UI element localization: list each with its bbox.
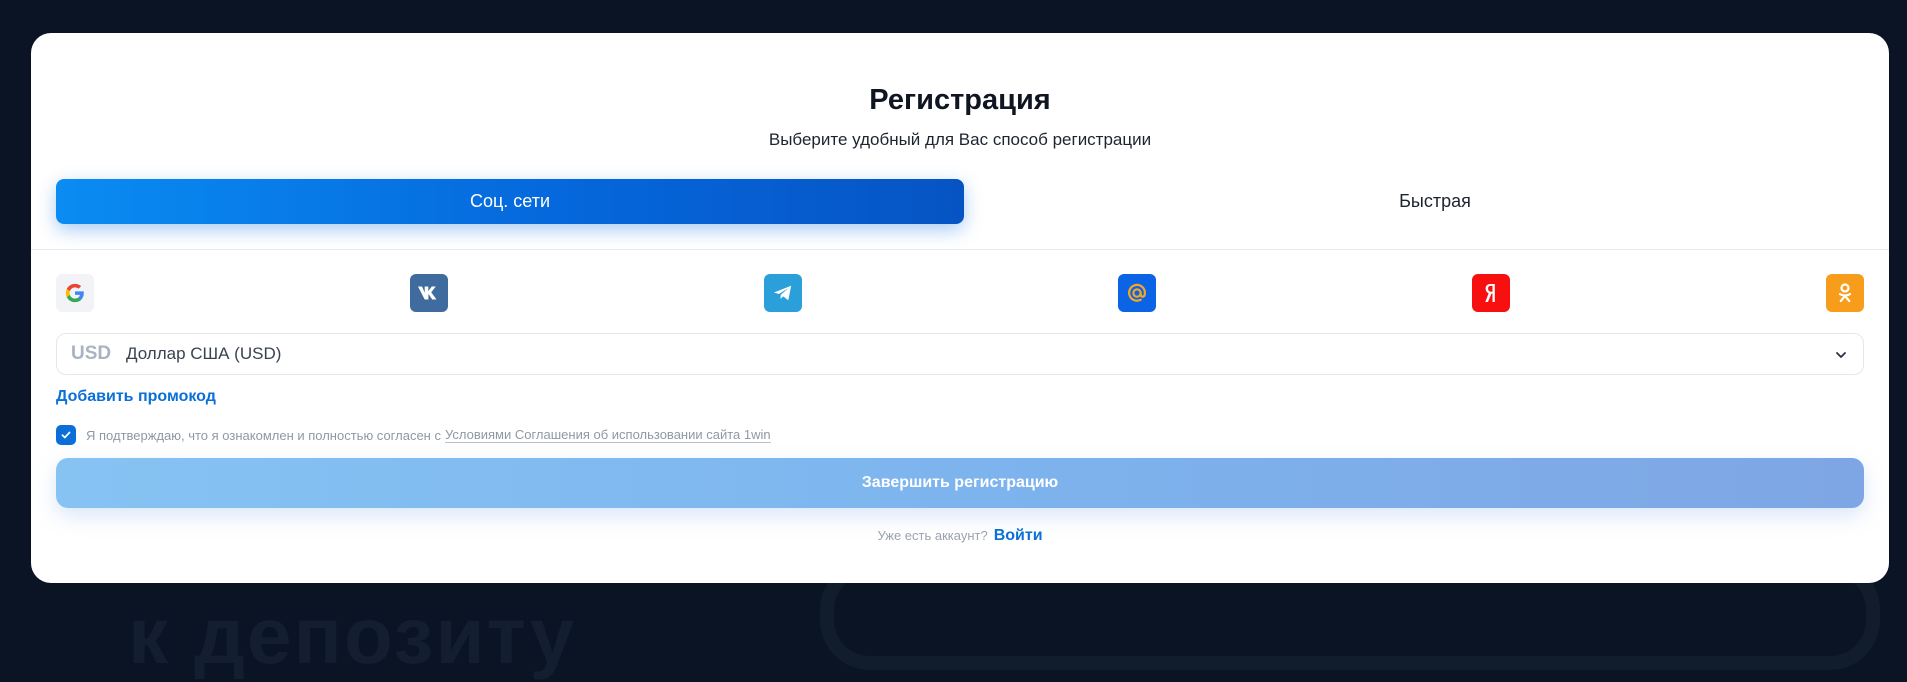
modal-title: Регистрация	[869, 84, 1051, 116]
login-question: Уже есть аккаунт?	[877, 528, 988, 543]
google-button[interactable]	[56, 274, 94, 312]
complete-registration-button[interactable]: Завершить регистрацию	[56, 458, 1864, 508]
vk-button[interactable]	[410, 274, 448, 312]
tab-social[interactable]: Соц. сети	[56, 179, 964, 224]
agreement-row: Я подтверждаю, что я ознакомлен и полнос…	[56, 425, 771, 445]
yandex-icon	[1485, 284, 1495, 302]
vk-icon	[418, 286, 437, 300]
login-link[interactable]: Войти	[994, 527, 1043, 545]
tab-quick[interactable]: Быстрая	[981, 179, 1889, 224]
chevron-down-icon	[1836, 352, 1846, 358]
add-promo-code-link[interactable]: Добавить промокод	[56, 388, 216, 406]
modal-subtitle: Выберите удобный для Вас способ регистра…	[768, 130, 1152, 149]
divider	[31, 249, 1889, 250]
agreement-terms-link[interactable]: Условиями Соглашения об использовании са…	[444, 427, 771, 443]
mail-ru-button[interactable]	[1118, 274, 1156, 312]
odnoklassniki-button[interactable]	[1826, 274, 1864, 312]
registration-modal: Регистрация Выберите удобный для Вас спо…	[31, 33, 1889, 583]
agreement-text: Я подтверждаю, что я ознакомлен и полнос…	[86, 427, 441, 443]
yandex-button[interactable]	[1472, 274, 1510, 312]
telegram-icon	[773, 285, 792, 301]
currency-code: USD	[71, 343, 112, 364]
currency-name: Доллар США (USD)	[126, 344, 282, 363]
odnoklassniki-icon	[1838, 283, 1852, 303]
telegram-button[interactable]	[764, 274, 802, 312]
login-row: Уже есть аккаунт? Войти	[31, 527, 1889, 545]
mail-ru-icon	[1128, 283, 1146, 302]
background-promo-text: к депозиту	[128, 591, 577, 680]
google-icon	[65, 283, 84, 303]
currency-select[interactable]: USD Доллар США (USD)	[56, 333, 1864, 375]
agreement-checkbox[interactable]	[56, 425, 76, 445]
check-icon	[61, 431, 71, 439]
